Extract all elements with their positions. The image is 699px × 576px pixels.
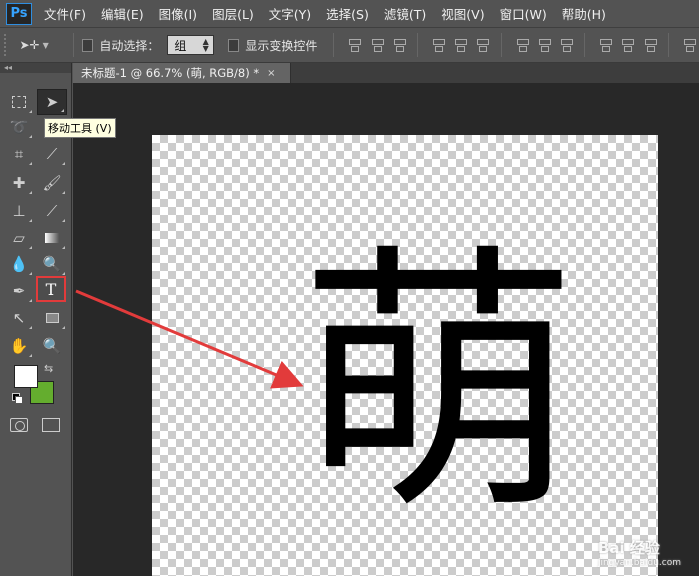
path-selection-tool-icon[interactable]: ↖ bbox=[4, 305, 34, 331]
stepper-arrows-icon: ▲ ▼ bbox=[202, 37, 209, 53]
auto-select-value: 组 bbox=[174, 38, 187, 53]
tab-strip bbox=[291, 63, 699, 83]
auto-select-checkbox[interactable] bbox=[81, 38, 94, 52]
default-colors-icon[interactable] bbox=[12, 393, 23, 404]
document-tab[interactable]: 未标题-1 @ 66.7% (萌, RGB/8) * × bbox=[73, 63, 291, 83]
menu-layer[interactable]: 图层(L) bbox=[212, 4, 254, 23]
type-tool-icon[interactable]: T bbox=[36, 276, 66, 302]
watermark-main: Bai 经验 bbox=[597, 539, 660, 557]
chevron-down-icon: ▼ bbox=[42, 40, 49, 50]
align-bottom-icon[interactable] bbox=[392, 38, 406, 52]
close-icon[interactable]: × bbox=[267, 68, 275, 79]
divider bbox=[333, 33, 335, 57]
menu-window[interactable]: 窗口(W) bbox=[500, 4, 547, 23]
watermark: Bai 经验 jingyan.baidu.com bbox=[598, 537, 681, 568]
align-top-icon[interactable] bbox=[347, 38, 362, 52]
canvas-text-layer[interactable]: 萌 bbox=[298, 235, 578, 535]
history-brush-tool-icon[interactable]: ⟋ bbox=[37, 198, 67, 224]
show-transform-label: 显示变换控件 bbox=[245, 38, 318, 53]
eyedropper-tool-icon[interactable]: ⟋ bbox=[37, 141, 67, 167]
options-bar: ➤✛ ▼ 自动选择： 组 ▲ ▼ 显示变换控件 bbox=[0, 27, 699, 63]
panel-collapse-icon[interactable]: ◂◂ bbox=[0, 63, 71, 73]
canvas[interactable]: 萌 bbox=[152, 135, 658, 576]
gradient-tool-icon[interactable] bbox=[37, 225, 67, 251]
swap-colors-icon[interactable]: ⇆ bbox=[44, 362, 53, 375]
align-right-icon[interactable] bbox=[475, 38, 490, 52]
menu-bar: Ps 文件(F) 编辑(E) 图像(I) 图层(L) 文字(Y) 选择(S) 滤… bbox=[0, 0, 699, 27]
align-left-icon[interactable] bbox=[431, 38, 446, 52]
lasso-tool-icon[interactable]: ➰ bbox=[4, 114, 34, 140]
distribute-right-icon[interactable] bbox=[643, 38, 657, 52]
move-tool-icon: ➤✛ bbox=[19, 38, 40, 52]
distribute-vertical-center-icon[interactable] bbox=[537, 38, 551, 52]
distribute-horizontal-center-icon[interactable] bbox=[620, 38, 635, 52]
hand-tool-icon[interactable]: ✋ bbox=[4, 333, 34, 359]
divider bbox=[416, 33, 418, 57]
divider bbox=[500, 33, 502, 57]
rectangle-tool-icon[interactable] bbox=[37, 305, 67, 331]
options-grip[interactable] bbox=[4, 34, 9, 56]
distribute-top-icon[interactable] bbox=[515, 38, 529, 52]
clone-stamp-tool-icon[interactable]: ⊥ bbox=[4, 198, 34, 224]
auto-align-icon[interactable] bbox=[682, 38, 697, 52]
blur-tool-icon[interactable]: 💧 bbox=[4, 251, 34, 277]
marquee-tool-icon[interactable] bbox=[4, 89, 34, 115]
pen-tool-icon[interactable]: ✒ bbox=[4, 278, 34, 304]
menu-select[interactable]: 选择(S) bbox=[326, 4, 369, 23]
eraser-tool-icon[interactable]: ▱ bbox=[4, 225, 34, 251]
menu-file[interactable]: 文件(F) bbox=[44, 4, 86, 23]
quick-mask-icon[interactable] bbox=[10, 418, 28, 432]
menu-edit[interactable]: 编辑(E) bbox=[101, 4, 144, 23]
tool-preset-picker[interactable]: ➤✛ ▼ bbox=[19, 38, 48, 52]
brush-tool-icon[interactable]: 🖌 bbox=[37, 170, 67, 196]
menu-filter[interactable]: 滤镜(T) bbox=[384, 4, 426, 23]
menu-view[interactable]: 视图(V) bbox=[441, 4, 484, 23]
menu-image[interactable]: 图像(I) bbox=[159, 4, 197, 23]
crop-tool-icon[interactable]: ⌗ bbox=[4, 141, 34, 167]
menu-type[interactable]: 文字(Y) bbox=[269, 4, 311, 23]
foreground-color-swatch[interactable] bbox=[14, 365, 38, 388]
photoshop-logo: Ps bbox=[6, 2, 32, 25]
distribute-bottom-icon[interactable] bbox=[559, 38, 574, 52]
menu-help[interactable]: 帮助(H) bbox=[562, 4, 606, 23]
align-horizontal-center-icon[interactable] bbox=[453, 38, 468, 52]
document-tab-title: 未标题-1 @ 66.7% (萌, RGB/8) * bbox=[81, 66, 260, 80]
watermark-sub: jingyan.baidu.com bbox=[597, 558, 681, 568]
auto-select-dropdown[interactable]: 组 ▲ ▼ bbox=[167, 35, 214, 55]
healing-brush-tool-icon[interactable]: ✚ bbox=[4, 170, 34, 196]
divider bbox=[72, 33, 74, 57]
screen-mode-icon[interactable] bbox=[42, 418, 60, 432]
zoom-tool-icon[interactable]: 🔍 bbox=[37, 333, 67, 359]
divider bbox=[584, 33, 586, 57]
distribute-left-icon[interactable] bbox=[598, 38, 613, 52]
auto-select-label: 自动选择： bbox=[99, 38, 160, 53]
dodge-tool-icon[interactable]: 🔍 bbox=[37, 251, 67, 277]
divider bbox=[667, 33, 669, 57]
move-tool-icon[interactable]: ➤ bbox=[37, 89, 67, 115]
tooltip: 移动工具 (V) bbox=[44, 118, 116, 138]
align-vertical-center-icon[interactable] bbox=[370, 38, 384, 52]
tools-panel: ◂◂ ➤ ➰ ✎ ⌗ ⟋ ✚ 🖌 ⊥ ⟋ ▱ 💧 🔍 ✒ T ↖ ✋ 🔍 bbox=[0, 63, 72, 576]
show-transform-checkbox[interactable] bbox=[227, 38, 240, 52]
